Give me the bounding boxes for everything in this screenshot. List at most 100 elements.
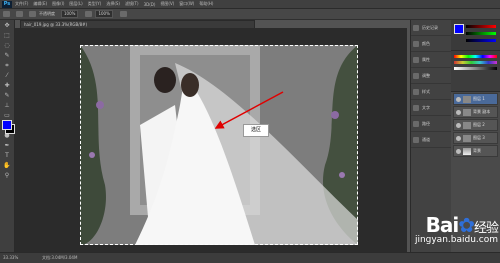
- crop-tool-icon[interactable]: ⌗: [2, 62, 12, 70]
- red-slider[interactable]: [466, 25, 496, 28]
- channels-label: 通道: [422, 136, 430, 142]
- green-slider[interactable]: [466, 32, 496, 35]
- layer-row[interactable]: 背景: [453, 145, 498, 157]
- channels-panel-button[interactable]: 通道: [411, 132, 451, 148]
- adjustments-label: 调整: [422, 72, 430, 78]
- adjustments-icon: [413, 72, 419, 79]
- zoom-tool-icon[interactable]: ⚲: [2, 172, 12, 180]
- layer-name: 背景 副本: [473, 109, 491, 114]
- foreground-color-swatch[interactable]: [2, 120, 12, 130]
- pressure-opacity-icon[interactable]: [85, 11, 93, 17]
- character-icon: [413, 104, 419, 111]
- menu-3d[interactable]: 3D(D): [144, 2, 156, 7]
- move-tool-icon[interactable]: ✥: [2, 22, 12, 30]
- menu-file[interactable]: 文件(F): [15, 1, 28, 7]
- eye-icon[interactable]: [456, 96, 461, 102]
- properties-icon: [413, 56, 419, 63]
- eye-icon[interactable]: [456, 135, 461, 141]
- brush-tool-icon[interactable]: ✎: [2, 92, 12, 100]
- marquee-tool-icon[interactable]: ⬚: [2, 32, 12, 40]
- photo-illustration: [80, 45, 358, 245]
- brush-tool-icon[interactable]: [3, 11, 10, 17]
- history-label: 历史记录: [422, 24, 438, 30]
- layer-row[interactable]: 背景 副本: [453, 106, 498, 118]
- layer-thumbnail: [463, 134, 471, 142]
- menu-bar: Ps 文件(F) 编辑(E) 图像(I) 图层(L) 类型(Y) 选择(S) 滤…: [0, 0, 500, 9]
- color-panel-button[interactable]: 颜色: [411, 36, 451, 52]
- color-icon: [413, 40, 419, 47]
- menu-window[interactable]: 窗口(W): [179, 1, 194, 7]
- clone-stamp-tool-icon[interactable]: ⊥: [2, 102, 12, 110]
- adjustments-panel-button[interactable]: 调整: [411, 68, 451, 84]
- swatch-row-2[interactable]: [454, 61, 497, 64]
- options-bar: 不透明度 100% 100%: [0, 9, 500, 20]
- quick-select-tool-icon[interactable]: ✎: [2, 52, 12, 60]
- history-panel-button[interactable]: 历史记录: [411, 20, 451, 36]
- baidu-jingyan-watermark: Bai✿经验 jingyan.baidu.com: [380, 213, 499, 261]
- character-label: 文字: [422, 104, 430, 110]
- eye-icon[interactable]: [456, 122, 461, 128]
- layer-name: 图层 3: [473, 135, 485, 140]
- lasso-tool-icon[interactable]: ◌: [2, 42, 12, 50]
- paths-icon: [413, 120, 419, 127]
- channels-icon: [413, 136, 419, 143]
- layer-name: 图层 2: [473, 122, 485, 127]
- layer-thumbnail: [463, 121, 471, 129]
- layer-name: 图层 1: [473, 96, 485, 101]
- layer-row[interactable]: 图层 1: [453, 93, 498, 105]
- watermark-brand: Bai: [425, 213, 460, 237]
- color-panel-foreground[interactable]: [454, 24, 464, 34]
- styles-icon: [413, 88, 419, 95]
- swatch-row-1[interactable]: [454, 55, 497, 58]
- menu-type[interactable]: 类型(Y): [88, 1, 102, 7]
- baidu-paw-icon: ✿: [458, 213, 475, 237]
- color-panel: [451, 20, 500, 51]
- opacity-field[interactable]: 100%: [61, 10, 79, 18]
- tools-panel: ✥ ⬚ ◌ ✎ ⌗ ⁄ ✚ ✎ ⊥ ▭ ▦ ● ✒ T ✋ ⚲: [0, 20, 15, 252]
- eyedropper-tool-icon[interactable]: ⁄: [2, 72, 12, 80]
- swatches-panel: [451, 51, 500, 92]
- eye-icon[interactable]: [456, 109, 461, 115]
- flow-field[interactable]: 100%: [95, 10, 113, 18]
- paths-label: 路径: [422, 120, 430, 126]
- annotation-label: 选区: [243, 124, 269, 137]
- pen-tool-icon[interactable]: ✒: [2, 142, 12, 150]
- layer-thumbnail: [463, 147, 471, 155]
- brush-panel-icon[interactable]: [29, 11, 36, 17]
- blue-slider[interactable]: [466, 39, 496, 42]
- history-icon: [413, 24, 419, 31]
- layer-thumbnail: [463, 108, 471, 116]
- swatch-row-3[interactable]: [454, 67, 497, 70]
- watermark-logo: Bai✿经验: [380, 213, 499, 237]
- menu-help[interactable]: 帮助(H): [199, 1, 213, 7]
- watermark-url: jingyan.baidu.com: [414, 235, 498, 245]
- styles-label: 样式: [422, 88, 430, 94]
- layer-row[interactable]: 图层 3: [453, 132, 498, 144]
- wedding-photo[interactable]: [80, 45, 358, 245]
- photoshop-logo: Ps: [2, 0, 12, 8]
- menu-layer[interactable]: 图层(L): [69, 1, 82, 7]
- paths-panel-button[interactable]: 路径: [411, 116, 451, 132]
- brush-preset-icon[interactable]: [16, 11, 23, 17]
- menu-edit[interactable]: 编辑(E): [33, 1, 47, 7]
- menu-filter[interactable]: 滤镜(T): [125, 1, 139, 7]
- eraser-tool-icon[interactable]: ▭: [2, 112, 12, 120]
- layer-row[interactable]: 图层 2: [453, 119, 498, 131]
- layer-name: 背景: [473, 148, 481, 153]
- opacity-label: 不透明度: [39, 11, 55, 16]
- properties-panel-button[interactable]: 属性: [411, 52, 451, 68]
- airbrush-icon[interactable]: [119, 11, 127, 17]
- eye-icon[interactable]: [456, 148, 461, 154]
- type-tool-icon[interactable]: T: [2, 152, 12, 160]
- layer-thumbnail: [463, 95, 471, 103]
- styles-panel-button[interactable]: 样式: [411, 84, 451, 100]
- menu-view[interactable]: 视图(V): [160, 1, 174, 7]
- menu-image[interactable]: 图像(I): [52, 1, 64, 7]
- hand-tool-icon[interactable]: ✋: [2, 162, 12, 170]
- color-label: 颜色: [422, 40, 430, 46]
- watermark-brand-suffix: 经验: [473, 221, 499, 236]
- character-panel-button[interactable]: 文字: [411, 100, 451, 116]
- properties-label: 属性: [422, 56, 430, 62]
- menu-select[interactable]: 选择(S): [106, 1, 120, 7]
- healing-brush-tool-icon[interactable]: ✚: [2, 82, 12, 90]
